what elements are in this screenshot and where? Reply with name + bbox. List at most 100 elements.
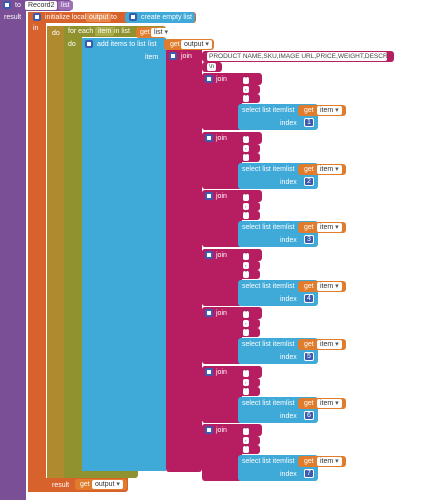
- join-gear-icon[interactable]: [205, 368, 213, 376]
- join-main-header[interactable]: join: [166, 50, 202, 62]
- comma-string-value[interactable]: ,: [243, 145, 249, 152]
- index-number-block[interactable]: 6: [304, 411, 314, 420]
- get-item-dropdown[interactable]: item: [317, 340, 342, 349]
- get-item-dropdown[interactable]: item: [317, 399, 342, 408]
- comma-string-block[interactable]: ,: [238, 202, 260, 211]
- join-gear-icon[interactable]: [169, 52, 177, 60]
- quote-string-block[interactable]: ": [238, 427, 260, 436]
- procedure-param-field[interactable]: list: [58, 1, 73, 10]
- mutator-gear-icon[interactable]: [3, 1, 11, 9]
- join-gear-icon[interactable]: [205, 134, 213, 142]
- get-item-block[interactable]: get item: [298, 339, 346, 350]
- quote-string-value[interactable]: ": [243, 329, 250, 336]
- procedure-name-field[interactable]: Record2: [25, 1, 58, 10]
- add-items-header[interactable]: add items to list list: [82, 38, 166, 50]
- quote-string-value[interactable]: ": [243, 388, 250, 395]
- get-item-block[interactable]: get item: [298, 105, 346, 116]
- quote-string-value[interactable]: ": [243, 446, 250, 453]
- quote-string-value[interactable]: ": [243, 428, 250, 435]
- quote-string-value[interactable]: ": [243, 311, 250, 318]
- join-gear-icon[interactable]: [205, 426, 213, 434]
- comma-string-block[interactable]: ,: [238, 261, 260, 270]
- comma-string-value[interactable]: ,: [243, 379, 249, 386]
- add-items-block[interactable]: [82, 38, 166, 471]
- index-number-block[interactable]: 4: [304, 294, 314, 303]
- add-items-gear-icon[interactable]: [85, 40, 93, 48]
- quote-string-value[interactable]: ": [243, 194, 250, 201]
- get-item-block[interactable]: get item: [298, 164, 346, 175]
- get-item-dropdown[interactable]: item: [317, 106, 342, 115]
- get-output-dropdown[interactable]: output: [181, 40, 212, 49]
- quote-string-block[interactable]: ": [238, 76, 260, 85]
- get-item-dropdown[interactable]: item: [317, 223, 342, 232]
- index-number-block[interactable]: 1: [304, 118, 314, 127]
- comma-string-block[interactable]: ,: [238, 436, 260, 445]
- index-number-block[interactable]: 3: [304, 235, 314, 244]
- join-label: join: [216, 369, 227, 376]
- comma-string-value[interactable]: ,: [243, 262, 249, 269]
- quote-string-block[interactable]: ": [238, 135, 260, 144]
- join-gear-icon[interactable]: [205, 251, 213, 259]
- quote-string-value[interactable]: ": [243, 154, 250, 161]
- get-item-block[interactable]: get item: [298, 222, 346, 233]
- initialize-local-block[interactable]: [28, 12, 46, 492]
- for-each-var-field[interactable]: item: [95, 27, 115, 36]
- quote-string-block[interactable]: ": [238, 193, 260, 202]
- comma-string-block[interactable]: ,: [238, 378, 260, 387]
- quote-string-block[interactable]: ": [238, 153, 260, 162]
- quote-string-block[interactable]: ": [238, 252, 260, 261]
- comma-string-value[interactable]: ,: [243, 437, 249, 444]
- quote-string-value[interactable]: ": [243, 370, 250, 377]
- init-gear-icon[interactable]: [33, 13, 41, 21]
- quote-string-value[interactable]: ": [243, 212, 250, 219]
- get-output-result-dropdown[interactable]: output: [92, 480, 123, 489]
- quote-string-block[interactable]: ": [238, 310, 260, 319]
- get-output-result-block[interactable]: get output: [75, 479, 127, 490]
- comma-string-value[interactable]: ,: [243, 320, 249, 327]
- create-empty-list-block[interactable]: create empty list: [125, 12, 195, 23]
- index-number-block[interactable]: 5: [304, 352, 314, 361]
- quote-string-value[interactable]: ": [243, 271, 250, 278]
- get-item-dropdown[interactable]: item: [317, 282, 342, 291]
- index-number-block[interactable]: 7: [304, 469, 314, 478]
- comma-string-block[interactable]: ,: [238, 144, 260, 153]
- get-list-dropdown[interactable]: list: [151, 28, 172, 37]
- quote-string-block[interactable]: ": [238, 270, 260, 279]
- comma-string-value[interactable]: ,: [243, 203, 249, 210]
- get-item-block[interactable]: get item: [298, 456, 346, 467]
- join-gear-icon[interactable]: [205, 192, 213, 200]
- quote-string-block[interactable]: ": [238, 211, 260, 220]
- list-gear-icon[interactable]: [129, 13, 137, 21]
- quote-string-block[interactable]: ": [238, 328, 260, 337]
- get-item-block[interactable]: get item: [298, 398, 346, 409]
- procedure-header[interactable]: to Record2 list: [0, 0, 73, 11]
- quote-string-value[interactable]: ": [243, 253, 250, 260]
- quote-string-value[interactable]: ": [243, 95, 250, 102]
- quote-string-block[interactable]: ": [238, 445, 260, 454]
- get-item-dropdown[interactable]: item: [317, 165, 342, 174]
- newline-string-value[interactable]: \n: [207, 63, 217, 71]
- comma-string-block[interactable]: ,: [238, 85, 260, 94]
- quote-string-value[interactable]: ": [243, 77, 250, 84]
- comma-string-value[interactable]: ,: [243, 86, 249, 93]
- get-list-block[interactable]: get list: [136, 27, 172, 38]
- newline-string-block[interactable]: \n: [202, 62, 222, 72]
- header-string-value[interactable]: PRODUCT NAME,SKU,IMAGE URL,PRICE,WEIGHT,…: [207, 52, 387, 61]
- join-gear-icon[interactable]: [205, 75, 213, 83]
- quote-string-block[interactable]: ": [238, 94, 260, 103]
- comma-string-block[interactable]: ,: [238, 319, 260, 328]
- index-number-block[interactable]: 2: [304, 177, 314, 186]
- do-block[interactable]: [47, 26, 65, 478]
- join-gear-icon[interactable]: [205, 309, 213, 317]
- quote-string-block[interactable]: ": [238, 387, 260, 396]
- procedure-block[interactable]: [0, 0, 26, 500]
- get-output-block[interactable]: get output: [164, 39, 214, 50]
- quote-string-value[interactable]: ": [243, 136, 250, 143]
- quote-string-block[interactable]: ": [238, 369, 260, 378]
- header-string-block[interactable]: PRODUCT NAME,SKU,IMAGE URL,PRICE,WEIGHT,…: [202, 51, 394, 62]
- get-item-dropdown[interactable]: item: [317, 457, 342, 466]
- init-var-field[interactable]: output: [86, 13, 112, 22]
- get-item-block[interactable]: get item: [298, 281, 346, 292]
- join-main-block[interactable]: [166, 50, 202, 472]
- for-each-block[interactable]: [64, 26, 82, 478]
